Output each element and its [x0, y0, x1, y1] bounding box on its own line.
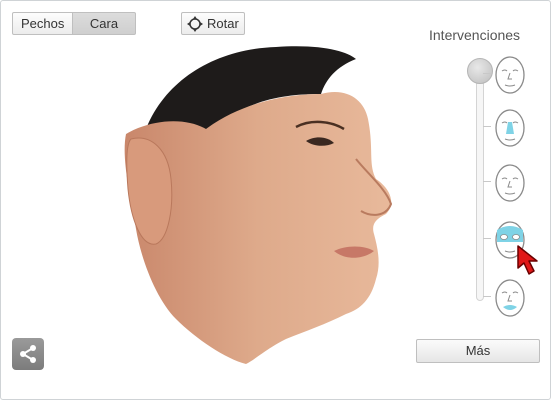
- face-nose-highlight-icon: [495, 109, 525, 147]
- rotate-button[interactable]: Rotar: [181, 12, 245, 35]
- mouse-cursor-icon: [514, 244, 546, 285]
- rotate-icon: [187, 15, 203, 32]
- share-button[interactable]: [12, 338, 44, 370]
- mode-cara-button[interactable]: Cara: [73, 12, 136, 35]
- face-outline-icon: [495, 164, 525, 202]
- share-icon: [20, 345, 36, 363]
- interventions-title: Intervenciones: [429, 27, 521, 43]
- mode-toggle: Pechos Cara: [12, 12, 136, 35]
- more-button[interactable]: Más: [416, 339, 540, 363]
- rotate-label: Rotar: [207, 16, 239, 31]
- face-3d-viewer[interactable]: [106, 39, 406, 369]
- app-frame: Pechos Cara Rotar Intervenciones Más: [0, 0, 551, 400]
- face-outline-icon: [495, 56, 525, 94]
- face-option-2[interactable]: [483, 106, 529, 150]
- mode-pechos-button[interactable]: Pechos: [12, 12, 73, 35]
- interventions-slider-track[interactable]: [476, 71, 484, 301]
- interventions-slider-thumb[interactable]: [467, 58, 493, 84]
- face-option-1[interactable]: [483, 53, 529, 97]
- face-option-3[interactable]: [483, 161, 529, 205]
